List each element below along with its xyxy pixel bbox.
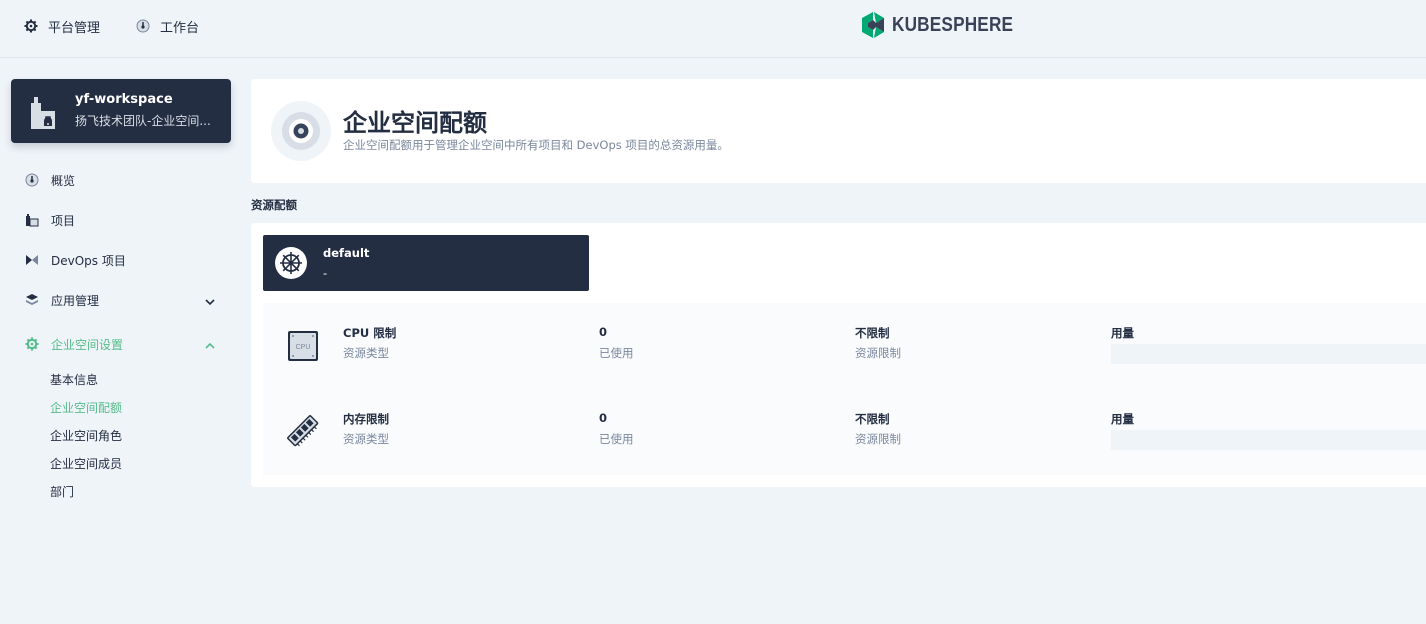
- sidebar-item-label: 概览: [51, 173, 76, 188]
- workspace-description: 扬飞技术团队-企业空间...: [75, 114, 211, 128]
- gear-icon: [24, 336, 40, 352]
- resource-name: 内存限制: [343, 412, 389, 426]
- sidebar-item-projects[interactable]: 项目: [24, 210, 220, 230]
- sidebar-subitem-workspace-roles[interactable]: 企业空间角色: [50, 427, 122, 444]
- limit-value: 不限制: [855, 412, 890, 426]
- quota-row-cpu: CPU CPU 限制 资源类型 0 已使用 不限制 资源限制 用量: [263, 303, 1426, 389]
- sidebar-item-label: 应用管理: [51, 293, 100, 308]
- usage-cell: 用量: [1111, 411, 1134, 429]
- sidebar-subitem-workspace-members[interactable]: 企业空间成员: [50, 455, 122, 472]
- limit-value: 不限制: [855, 326, 890, 340]
- dashboard-icon: [136, 19, 150, 33]
- top-navigation-bar: 平台管理 工作台 KUBESPHERE: [0, 0, 1426, 58]
- limit-label: 资源限制: [855, 346, 901, 360]
- sidebar-item-label: 项目: [51, 213, 76, 228]
- workbench-link[interactable]: 工作台: [136, 16, 199, 36]
- dashboard-icon: [24, 172, 40, 188]
- sidebar-item-workspace-settings[interactable]: 企业空间设置: [24, 334, 220, 354]
- project-icon: [24, 212, 40, 228]
- platform-management-label: 平台管理: [48, 20, 101, 36]
- sidebar-subitem-workspace-quota[interactable]: 企业空间配额: [50, 399, 122, 416]
- page-title: 企业空间配额: [343, 109, 487, 137]
- used-cell: 0 已使用: [599, 325, 634, 361]
- resource-type-label: 资源类型: [343, 346, 389, 360]
- resource-type-label: 资源类型: [343, 432, 389, 446]
- limit-cell: 不限制 资源限制: [855, 411, 901, 447]
- gear-icon: [24, 19, 38, 33]
- devops-icon: [24, 252, 40, 268]
- kubernetes-icon: [275, 247, 307, 279]
- usage-label: 用量: [1111, 326, 1134, 340]
- kubesphere-logo[interactable]: KUBESPHERE: [860, 11, 1033, 39]
- resource-quota-panel: default - CPU CPU 限制 资源类型 0 已使用 不限制 资源限制…: [251, 223, 1426, 487]
- sidebar-item-overview[interactable]: 概览: [24, 170, 220, 190]
- memory-icon: [285, 413, 321, 449]
- kubesphere-logo-icon: [862, 12, 884, 38]
- limit-label: 资源限制: [855, 432, 901, 446]
- used-cell: 0 已使用: [599, 411, 634, 447]
- limit-cell: 不限制 资源限制: [855, 325, 901, 361]
- platform-management-link[interactable]: 平台管理: [24, 16, 100, 36]
- section-title: 资源配额: [251, 198, 297, 212]
- workbench-label: 工作台: [160, 20, 200, 36]
- quota-card[interactable]: default -: [263, 235, 589, 291]
- workspace-card[interactable]: yf-workspace 扬飞技术团队-企业空间...: [11, 79, 231, 143]
- resource-type-cell: 内存限制 资源类型: [343, 411, 389, 447]
- layers-icon: [24, 292, 40, 308]
- quota-row-memory: 内存限制 资源类型 0 已使用 不限制 资源限制 用量: [263, 389, 1426, 475]
- quota-rows: CPU CPU 限制 资源类型 0 已使用 不限制 资源限制 用量 内存限制 资…: [263, 303, 1426, 475]
- usage-bar: [1111, 430, 1426, 450]
- page-description: 企业空间配额用于管理企业空间中所有项目和 DevOps 项目的总资源用量。: [343, 138, 729, 152]
- used-value: 0: [599, 325, 608, 339]
- quota-name: default: [323, 246, 370, 260]
- chevron-down-icon: [205, 299, 215, 306]
- sidebar-subitem-basic-info[interactable]: 基本信息: [50, 371, 98, 388]
- chevron-up-icon: [205, 342, 215, 349]
- quota-banner-icon: [271, 101, 331, 161]
- cpu-icon-label: CPU: [296, 344, 311, 351]
- used-value: 0: [599, 411, 608, 425]
- used-label: 已使用: [599, 432, 634, 446]
- workspace-name: yf-workspace: [75, 92, 173, 107]
- page-banner: 企业空间配额 企业空间配额用于管理企业空间中所有项目和 DevOps 项目的总资…: [251, 79, 1426, 183]
- sidebar-item-app-management[interactable]: 应用管理: [24, 290, 220, 310]
- used-label: 已使用: [599, 346, 634, 360]
- usage-label: 用量: [1111, 412, 1134, 426]
- sidebar-subitem-departments[interactable]: 部门: [50, 483, 74, 500]
- resource-name: CPU 限制: [343, 326, 397, 340]
- quota-description: -: [323, 266, 328, 280]
- usage-bar: [1111, 344, 1426, 364]
- brand-name: KUBESPHERE: [892, 13, 1014, 36]
- sidebar-item-label: 企业空间设置: [51, 337, 124, 352]
- workspace-icon: [31, 97, 55, 129]
- sidebar-item-devops[interactable]: DevOps 项目: [24, 250, 220, 270]
- usage-cell: 用量: [1111, 325, 1134, 343]
- sidebar-item-label: DevOps 项目: [51, 253, 126, 268]
- resource-type-cell: CPU 限制 资源类型: [343, 325, 396, 361]
- cpu-icon: CPU: [285, 327, 321, 363]
